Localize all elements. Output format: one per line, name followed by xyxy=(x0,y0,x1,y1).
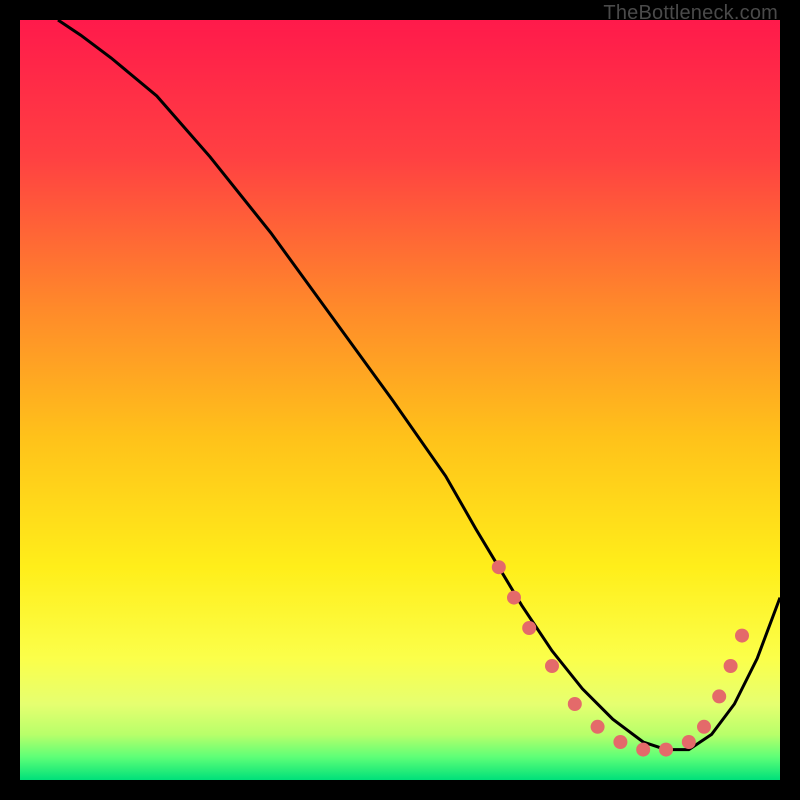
highlight-dot xyxy=(724,659,738,673)
highlight-dot xyxy=(613,735,627,749)
highlight-dot xyxy=(568,697,582,711)
highlight-dot xyxy=(682,735,696,749)
bottleneck-chart xyxy=(20,20,780,780)
highlight-dot xyxy=(735,629,749,643)
highlight-dot xyxy=(697,720,711,734)
highlight-dot xyxy=(492,560,506,574)
highlight-dot xyxy=(591,720,605,734)
highlight-dot xyxy=(659,743,673,757)
gradient-background xyxy=(20,20,780,780)
highlight-dot xyxy=(522,621,536,635)
highlight-dot xyxy=(545,659,559,673)
highlight-dot xyxy=(507,591,521,605)
chart-frame xyxy=(20,20,780,780)
highlight-dot xyxy=(712,689,726,703)
watermark-text: TheBottleneck.com xyxy=(603,2,778,25)
highlight-dot xyxy=(636,743,650,757)
